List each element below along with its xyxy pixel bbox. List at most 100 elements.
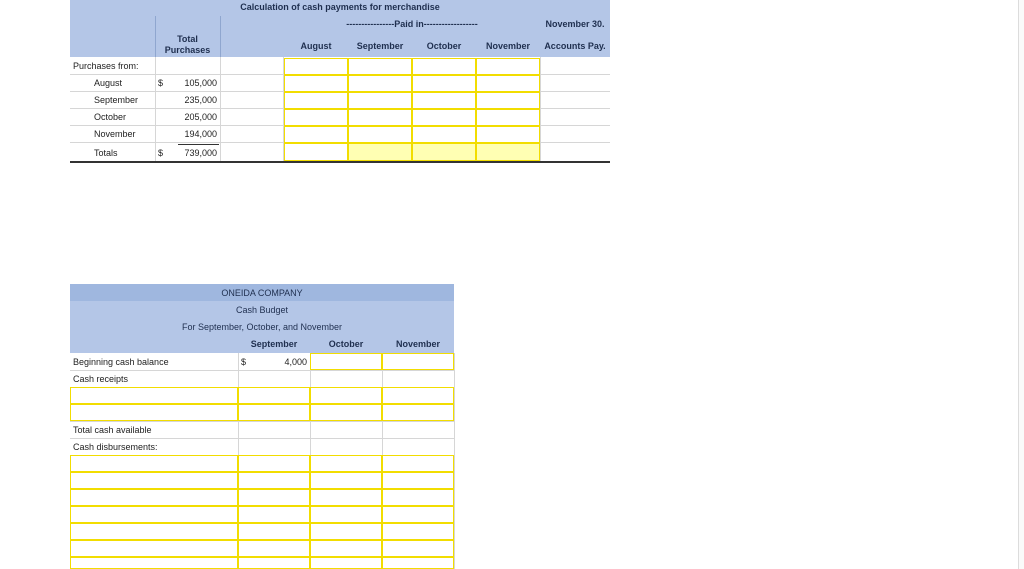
budget-amount-input[interactable] [310,455,382,472]
budget-amount-input[interactable] [238,523,310,540]
purchase-amount-november: 194,000 [184,129,217,139]
col-october: October [328,339,364,349]
paid-in-august-input[interactable] [284,109,348,126]
col-august: August [300,41,332,51]
table1-title: Calculation of cash payments for merchan… [240,2,440,12]
beginning-cash-september: 4,000 [284,356,307,367]
paid-in-october-input[interactable] [412,109,476,126]
col-september: September [356,41,404,51]
budget-amount-input[interactable] [382,557,454,569]
budget-amount-input[interactable] [382,540,454,557]
paid-in-september-input[interactable] [348,58,412,75]
budget-label-input[interactable] [70,387,238,404]
budget-amount-input[interactable] [382,472,454,489]
total-purchases-header: Total Purchases [164,34,211,55]
purchases-from-label: Purchases from: [73,61,139,71]
budget-amount-input[interactable] [310,489,382,506]
budget-amount-input[interactable] [382,506,454,523]
col-november: November [485,41,530,51]
budget-amount-input[interactable] [310,540,382,557]
sum-line [178,144,219,145]
budget-label-input[interactable] [70,455,238,472]
budget-amount-input[interactable] [310,506,382,523]
paid-in-november-input[interactable] [476,92,540,109]
purchase-amount-total: 739,000 [184,148,217,158]
budget-amount-input[interactable] [310,387,382,404]
budget-amount-input[interactable] [238,472,310,489]
paid-in-september-input[interactable] [348,75,412,92]
budget-amount-input[interactable] [310,472,382,489]
budget-label-input[interactable] [70,557,238,569]
budget-label-input[interactable] [70,523,238,540]
paid-in-september-input[interactable] [348,126,412,143]
totals-underline [70,161,610,163]
budget-label-input[interactable] [70,489,238,506]
budget-amount-input[interactable] [238,489,310,506]
purchase-amount-august: 105,000 [184,78,217,88]
budget-label-input[interactable] [70,404,238,421]
total-cash-available-label: Total cash available [73,424,152,435]
beginning-cash-october-input[interactable] [310,353,382,370]
paid-in-september-total-input[interactable] [348,143,412,161]
col-line [220,57,221,161]
november-30-header: November 30. [545,19,605,29]
paid-in-august-total-input[interactable] [284,143,348,161]
paid-in-november-input[interactable] [476,58,540,75]
paid-in-november-input[interactable] [476,75,540,92]
cash-receipts-label: Cash receipts [73,373,129,384]
budget-period: For September, October, and November [181,321,343,332]
paid-in-september-input[interactable] [348,92,412,109]
paid-in-october-input[interactable] [412,92,476,109]
company-name: ONEIDA COMPANY [221,287,303,298]
budget-amount-input[interactable] [238,455,310,472]
paid-in-november-total-input[interactable] [476,143,540,161]
paid-in-october-input[interactable] [412,75,476,92]
row-label-august: August [94,78,123,88]
cash-disbursements-label: Cash disbursements: [73,441,158,452]
budget-amount-input[interactable] [382,404,454,421]
beginning-cash-label: Beginning cash balance [73,356,169,367]
budget-title: Cash Budget [235,304,289,315]
budget-amount-input[interactable] [238,404,310,421]
col-november: November [395,339,440,349]
budget-label-input[interactable] [70,472,238,489]
col-september: September [250,339,298,349]
paid-in-october-total-input[interactable] [412,143,476,161]
paid-in-october-input[interactable] [412,126,476,143]
paid-in-august-input[interactable] [284,126,348,143]
paid-in-november-input[interactable] [476,126,540,143]
budget-amount-input[interactable] [310,404,382,421]
budget-amount-input[interactable] [382,489,454,506]
col-accounts-payable: Accounts Pay. [544,41,606,51]
budget-amount-input[interactable] [238,540,310,557]
paid-in-august-input[interactable] [284,75,348,92]
budget-amount-input[interactable] [310,557,382,569]
row-label-october: October [94,112,127,122]
budget-amount-input[interactable] [382,387,454,404]
paid-in-august-input[interactable] [284,92,348,109]
col-october: October [426,41,462,51]
paid-in-header: ----------------Paid in-----------------… [346,19,478,29]
paid-in-september-input[interactable] [348,109,412,126]
budget-amount-input[interactable] [238,387,310,404]
col-line [454,353,455,569]
budget-amount-input[interactable] [238,506,310,523]
budget-label-input[interactable] [70,540,238,557]
scrollbar-track[interactable] [1018,0,1024,569]
row-label-september: September [94,95,139,105]
beginning-cash-november-input[interactable] [382,353,454,370]
budget-amount-input[interactable] [382,455,454,472]
purchase-amount-october: 205,000 [184,112,217,122]
paid-in-october-input[interactable] [412,58,476,75]
budget-label-input[interactable] [70,506,238,523]
budget-amount-input[interactable] [238,557,310,569]
row-label-november: November [94,129,136,139]
row-label-totals: Totals [94,148,118,158]
purchase-amount-september: 235,000 [184,95,217,105]
paid-in-august-input[interactable] [284,58,348,75]
budget-amount-input[interactable] [310,523,382,540]
col-line [155,57,156,161]
col-line [540,57,541,161]
paid-in-november-input[interactable] [476,109,540,126]
budget-amount-input[interactable] [382,523,454,540]
